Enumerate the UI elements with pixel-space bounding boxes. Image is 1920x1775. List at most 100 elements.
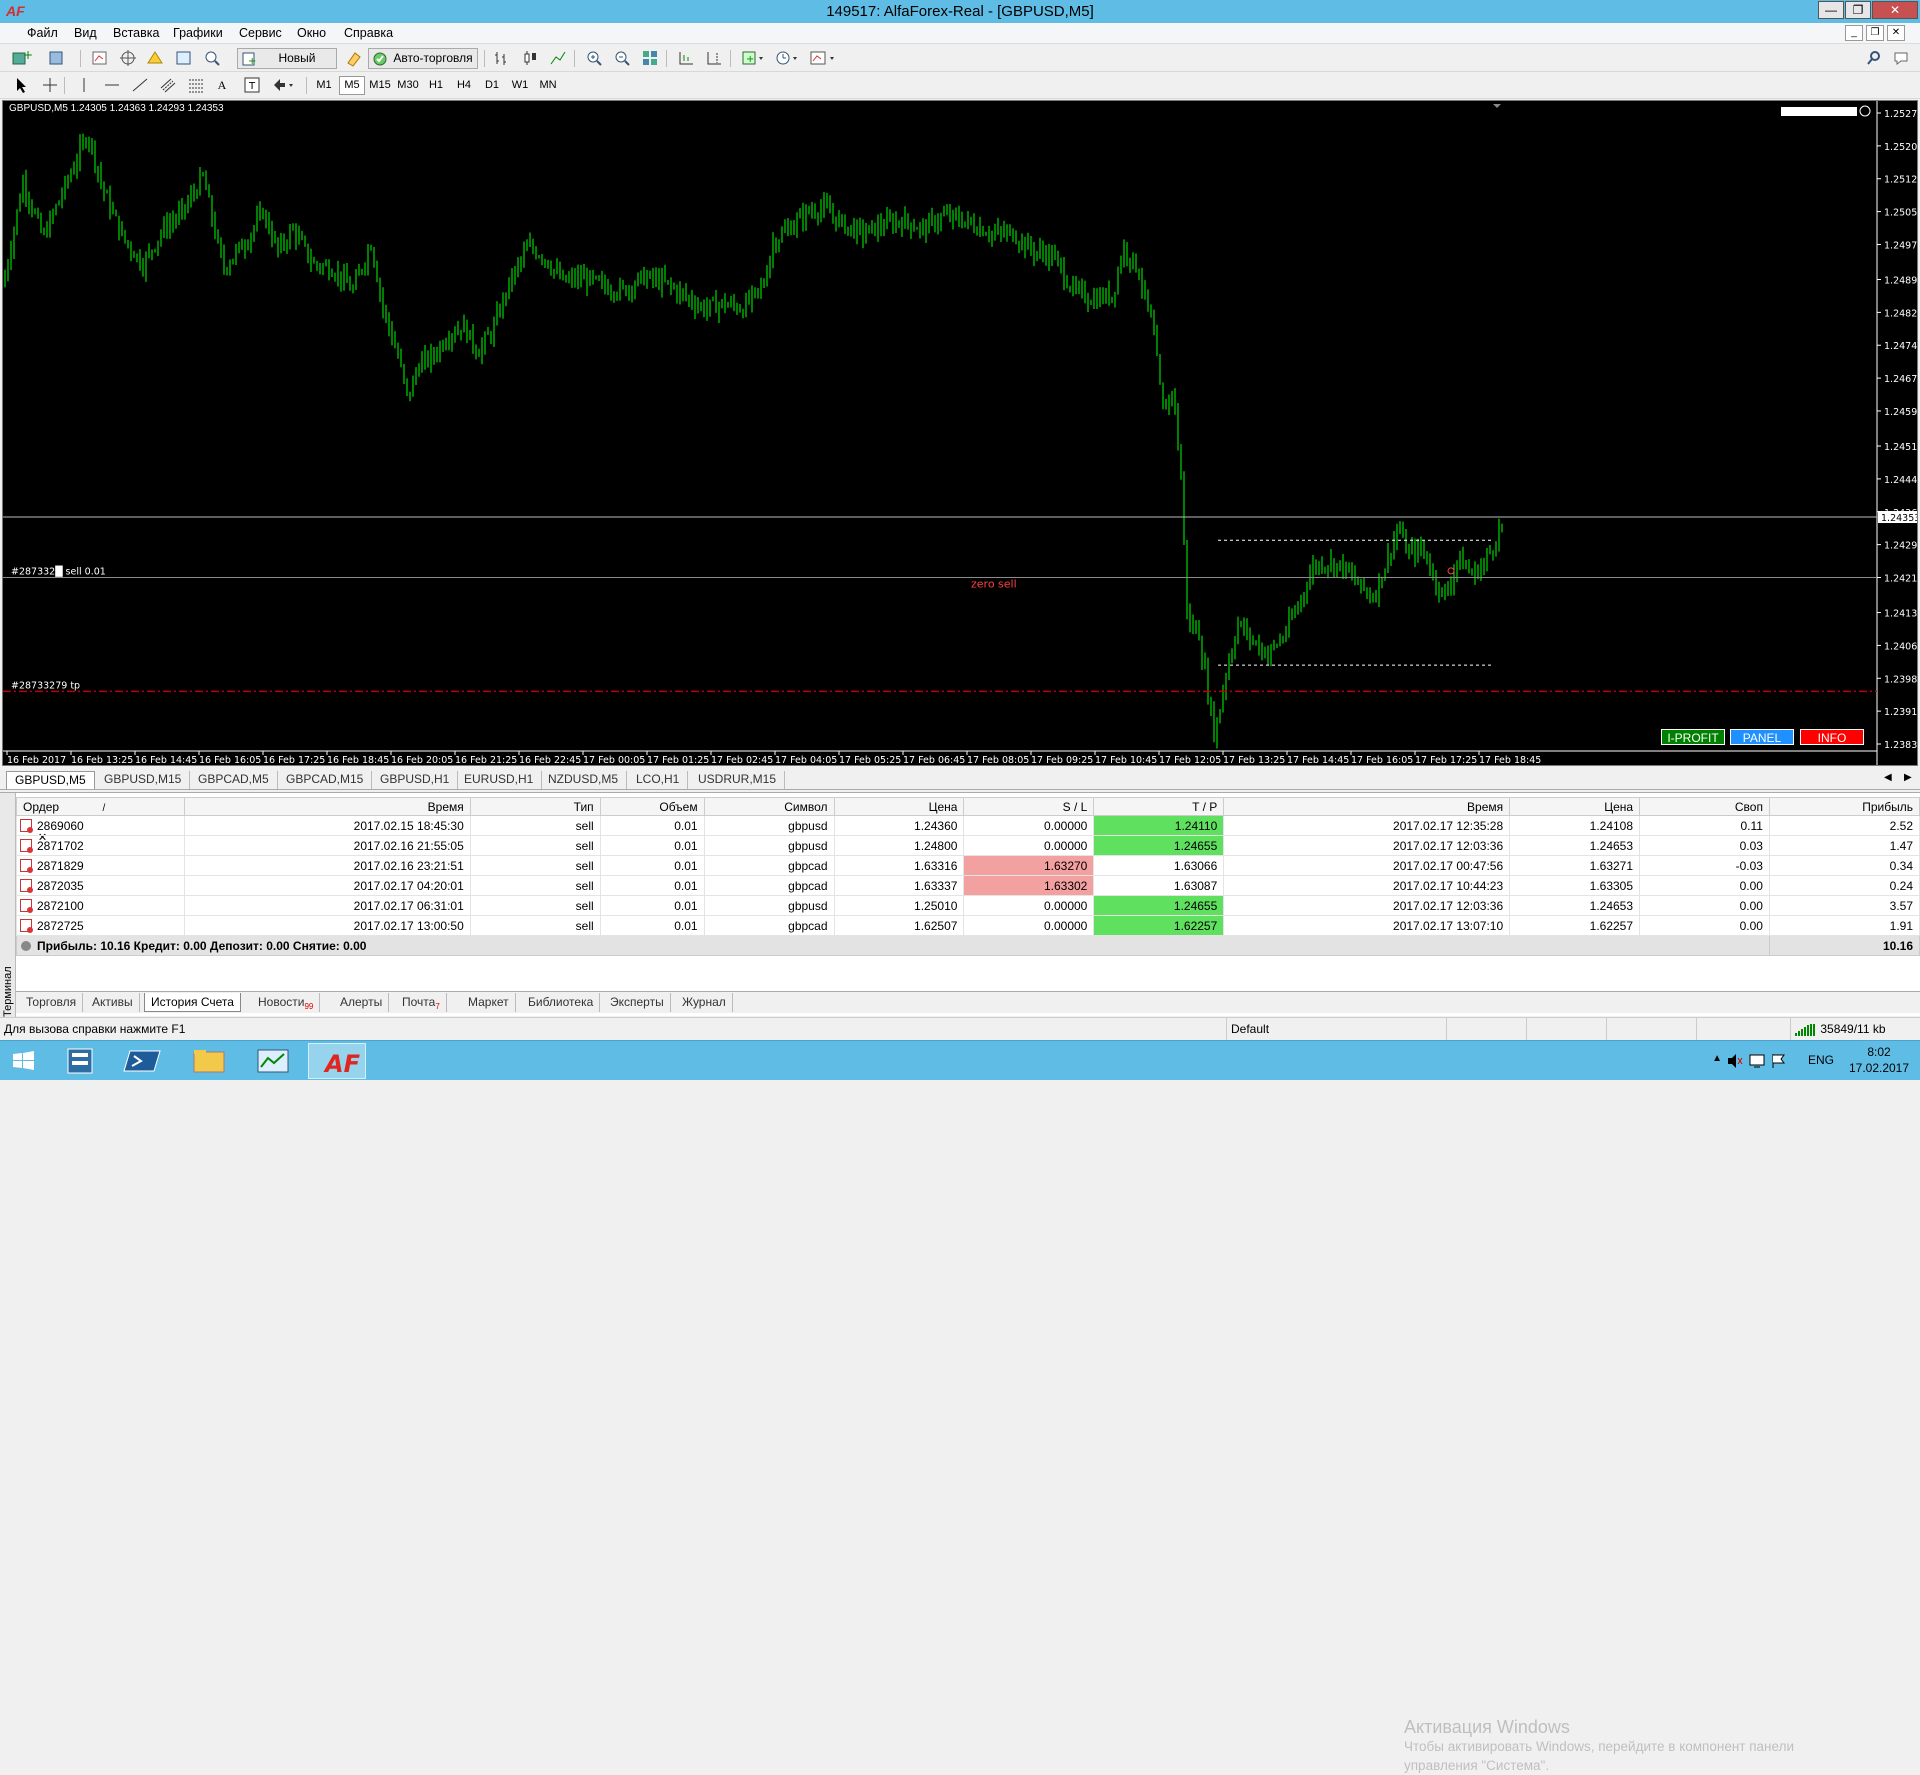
timeframe-m15[interactable]: M15: [367, 76, 393, 95]
volume-muted-icon[interactable]: [1726, 1053, 1744, 1069]
mdi-minimize-button[interactable]: _: [1845, 25, 1863, 41]
panel-button[interactable]: PANEL: [1730, 729, 1794, 745]
iprofit-button[interactable]: I-PROFIT: [1661, 729, 1725, 745]
history-row[interactable]: 2869060 2017.02.15 18:45:30 sell 0.01 gbpusd…: [16, 815, 1920, 836]
network-icon[interactable]: [1748, 1053, 1766, 1069]
tab-mailbox[interactable]: Почта7: [396, 993, 447, 1012]
col-close-price[interactable]: Цена: [1509, 797, 1641, 816]
task-manager-icon[interactable]: [244, 1043, 302, 1079]
chart-tab-nzdusd-m5[interactable]: NZDUSD,M5: [540, 771, 628, 789]
menu-file[interactable]: Файл: [27, 26, 58, 40]
mdi-restore-button[interactable]: ❐: [1866, 25, 1884, 41]
chart-tabs-left-icon[interactable]: ◀: [1884, 772, 1892, 783]
chart-tab-gbpusd-m15[interactable]: GBPUSD,M15: [96, 771, 191, 789]
tab-trade[interactable]: Торговля: [20, 993, 84, 1012]
timeframe-w1[interactable]: W1: [507, 76, 533, 95]
metaeditor-icon[interactable]: [342, 48, 366, 69]
auto-scroll-icon[interactable]: [674, 48, 698, 69]
chart-shift-icon[interactable]: [702, 48, 726, 69]
chat-icon[interactable]: [1890, 48, 1916, 69]
vertical-line-icon[interactable]: [72, 75, 96, 96]
new-chart-button[interactable]: +: [8, 48, 38, 69]
text-label-icon[interactable]: T: [240, 75, 264, 96]
clock[interactable]: 8:02 17.02.2017: [1844, 1044, 1914, 1076]
chart-tab-usdrur-m15[interactable]: USDRUR,M15: [690, 771, 786, 789]
zoom-out-icon[interactable]: [610, 48, 634, 69]
tray-expand-icon[interactable]: ▲: [1712, 1053, 1722, 1064]
minimize-button[interactable]: —: [1818, 1, 1844, 19]
close-button[interactable]: ✕: [1872, 1, 1918, 19]
chart-canvas[interactable]: 1.25275 1.25200 1.25125 1.25050 1.24975 1.248…: [3, 101, 1917, 765]
fibonacci-icon[interactable]: [184, 75, 208, 96]
mdi-close-button[interactable]: ✕: [1887, 25, 1905, 41]
timeframe-d1[interactable]: D1: [479, 76, 505, 95]
server-manager-icon[interactable]: [52, 1043, 110, 1079]
timeframe-h4[interactable]: H4: [451, 76, 477, 95]
chart-tab-gbpcad-m15[interactable]: GBPCAD,M15: [278, 771, 373, 789]
history-row[interactable]: 2871702 2017.02.16 21:55:05 sell 0.01 gbpusd…: [16, 835, 1920, 856]
connection-status[interactable]: 35849/11 kb: [1790, 1018, 1920, 1040]
market-watch-icon[interactable]: [88, 48, 112, 69]
menu-tools[interactable]: Сервис: [239, 26, 282, 40]
chart-tabs-right-icon[interactable]: ▶: [1904, 772, 1912, 783]
timeframe-m30[interactable]: M30: [395, 76, 421, 95]
menu-charts[interactable]: Графики: [173, 26, 223, 40]
navigator-icon[interactable]: [143, 48, 167, 69]
profiles-button[interactable]: [44, 48, 74, 69]
history-row[interactable]: 2871829 2017.02.16 23:21:51 sell 0.01 gbpcad…: [16, 855, 1920, 876]
col-type[interactable]: Тип: [469, 797, 601, 816]
terminal-icon[interactable]: [172, 48, 196, 69]
horizontal-line-icon[interactable]: [100, 75, 124, 96]
tester-icon[interactable]: [200, 48, 224, 69]
tab-news[interactable]: Новости99: [252, 993, 321, 1012]
trendline-icon[interactable]: [128, 75, 152, 96]
arrows-dropdown-icon[interactable]: [268, 75, 298, 96]
timeframe-mn[interactable]: MN: [535, 76, 561, 95]
indicators-dropdown-icon[interactable]: +: [738, 48, 768, 69]
tab-account-history[interactable]: История Счета: [144, 993, 241, 1012]
menu-insert[interactable]: Вставка: [113, 26, 159, 40]
file-explorer-icon[interactable]: [180, 1043, 238, 1079]
chart-tab-gbpusd-m5[interactable]: GBPUSD,M5: [6, 771, 95, 789]
terminal-side-label[interactable]: ✕ Терминал: [0, 793, 50, 1017]
menu-help[interactable]: Справка: [344, 26, 393, 40]
history-row[interactable]: 2872725 2017.02.17 13:00:50 sell 0.01 gbpcad…: [16, 915, 1920, 936]
cursor-icon[interactable]: [10, 75, 34, 96]
language-indicator[interactable]: ENG: [1808, 1053, 1834, 1067]
menu-view[interactable]: Вид: [74, 26, 97, 40]
info-button[interactable]: INFO: [1800, 729, 1864, 745]
templates-dropdown-icon[interactable]: [806, 48, 840, 69]
tab-market[interactable]: Маркет: [462, 993, 516, 1012]
chart-tab-gbpcad-m5[interactable]: GBPCAD,M5: [190, 771, 278, 789]
restore-button[interactable]: ❐: [1845, 1, 1871, 19]
candlestick-chart-icon[interactable]: [518, 48, 542, 69]
col-volume[interactable]: Объем: [599, 797, 705, 816]
col-profit[interactable]: Прибыль: [1768, 797, 1920, 816]
chart-tab-lco-h1[interactable]: LCO,H1: [628, 771, 689, 789]
col-symbol[interactable]: Символ: [703, 797, 835, 816]
tab-assets[interactable]: Активы: [86, 993, 140, 1012]
new-order-button[interactable]: +Новый ордер: [237, 48, 337, 84]
line-chart-icon[interactable]: [546, 48, 570, 69]
menu-window[interactable]: Окно: [297, 26, 326, 40]
history-row[interactable]: 2872035 2017.02.17 04:20:01 sell 0.01 gbpcad…: [16, 875, 1920, 896]
col-close-time[interactable]: Время: [1223, 797, 1511, 816]
tab-alerts[interactable]: Алерты: [334, 993, 390, 1012]
action-center-flag-icon[interactable]: [1770, 1053, 1788, 1069]
col-order[interactable]: Ордер /: [16, 797, 185, 816]
col-price[interactable]: Цена: [833, 797, 965, 816]
tab-journal[interactable]: Журнал: [676, 993, 733, 1012]
tile-windows-icon[interactable]: [638, 48, 662, 69]
timeframe-m5[interactable]: M5: [339, 76, 365, 95]
crosshair-icon[interactable]: [38, 75, 62, 96]
col-tp[interactable]: T / P: [1093, 797, 1225, 816]
powershell-icon[interactable]: [116, 1043, 174, 1079]
alfaforex-terminal-taskbar-icon[interactable]: AF: [308, 1043, 366, 1079]
timeframe-h1[interactable]: H1: [423, 76, 449, 95]
tab-experts[interactable]: Эксперты: [604, 993, 671, 1012]
periods-dropdown-icon[interactable]: [772, 48, 802, 69]
col-swap[interactable]: Своп: [1639, 797, 1770, 816]
tab-library[interactable]: Библиотека: [522, 993, 601, 1012]
bar-chart-icon[interactable]: [490, 48, 514, 69]
text-tool-icon[interactable]: A: [212, 75, 232, 96]
